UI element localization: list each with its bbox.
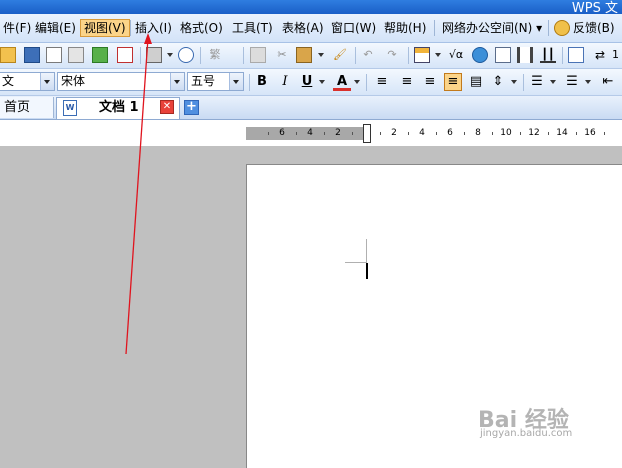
annotation-arrow-line bbox=[125, 37, 149, 355]
annotation-overlay bbox=[125, 33, 152, 355]
annotation-arrow-head bbox=[144, 33, 152, 44]
